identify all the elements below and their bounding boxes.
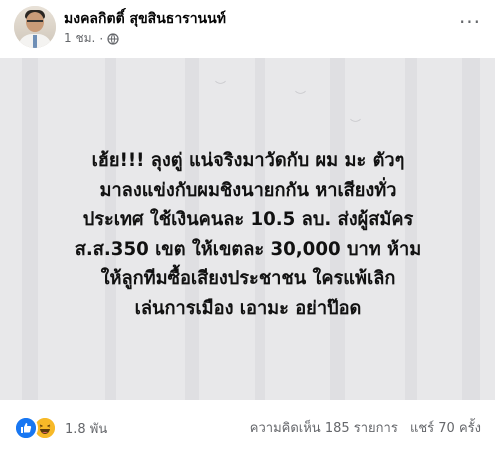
author-name[interactable]: มงคลกิตติ์ สุขสินธารานนท์ [64, 8, 226, 30]
like-icon [14, 416, 38, 440]
post-text-line: ประเทศ ใช้เงินคนละ 10.5 ลบ. ส่งผู้สมัคร [82, 209, 414, 230]
post-timestamp[interactable]: 1 ชม. [64, 29, 95, 48]
post-text-line: มาลงแข่งกับผมชิงนายกกัน หาเสียงทั่ว [99, 179, 397, 201]
share-count-link[interactable]: แชร์ 70 ครั้ง [410, 421, 481, 436]
post-stats: ความคิดเห็น 185 รายการ แชร์ 70 ครั้ง [242, 417, 481, 438]
globe-icon [107, 32, 119, 45]
comment-count-link[interactable]: ความคิดเห็น 185 รายการ [250, 421, 398, 436]
author-avatar[interactable] [14, 6, 56, 48]
post-header: มงคลกิตติ์ สุขสินธารานนท์ 1 ชม. · ··· [0, 0, 495, 56]
more-icon: ··· [458, 10, 482, 34]
reaction-summary[interactable]: 1.8 พัน [14, 416, 107, 440]
post-text-line: เฮ้ย!!! ลุงตู่ แน่จริงมาวัดกับ ผม มะ ตัว… [91, 150, 405, 171]
post-text: เฮ้ย!!! ลุงตู่ แน่จริงมาวัดกับ ผม มะ ตัว… [20, 146, 476, 323]
reaction-count: 1.8 พัน [65, 421, 108, 437]
post-text-line: เล่นการเมือง เอามะ อย่าป๊อด [134, 297, 362, 319]
post-footer: 1.8 พัน ความคิดเห็น 185 รายการ แชร์ 70 ค… [0, 402, 495, 449]
more-options-button[interactable]: ··· [455, 10, 485, 34]
post-meta: 1 ชม. · [64, 29, 119, 48]
post-text-line: ส.ส.350 เขต ให้เขตละ 30,000 บาท ห้าม [74, 238, 422, 260]
post-text-line: ให้ลูกทีมซื้อเสียงประชาชน ใครแพ้เลิก [100, 268, 396, 289]
